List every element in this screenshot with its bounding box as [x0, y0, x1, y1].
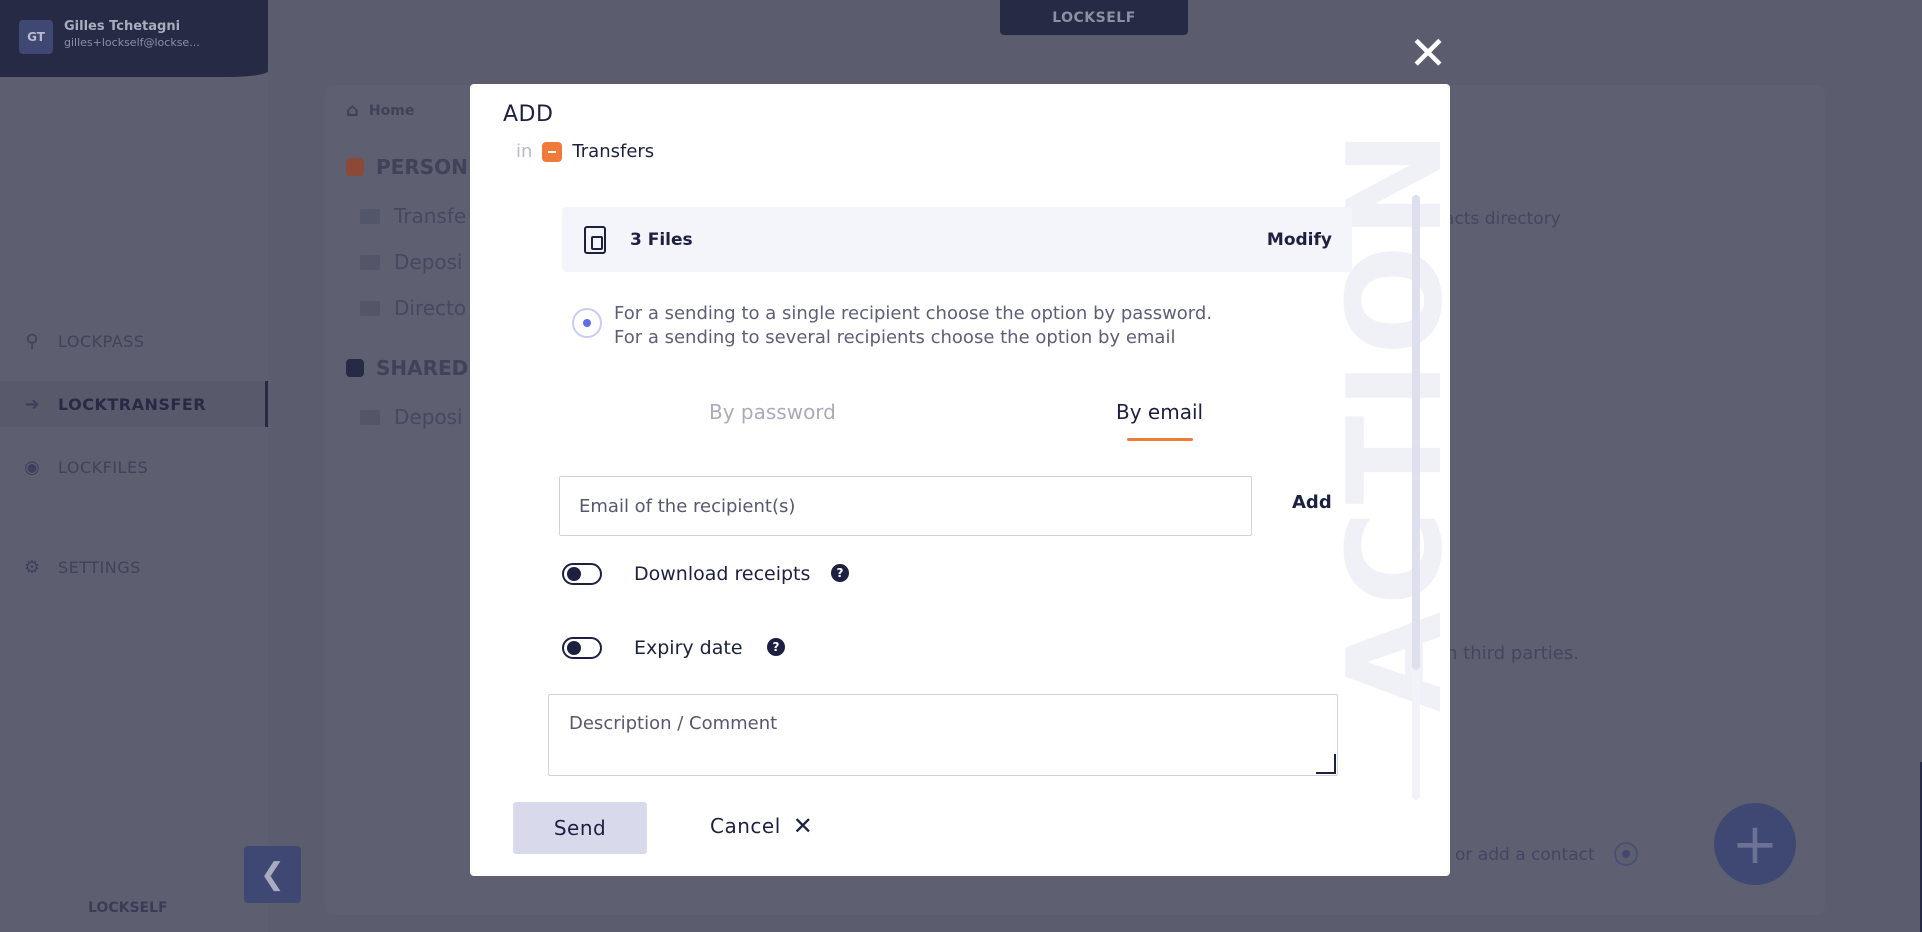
- sending-option-radio[interactable]: [572, 308, 602, 338]
- user-email: gilles+lockself@lockse...: [64, 36, 200, 49]
- sending-info: For a sending to a single recipient choo…: [614, 302, 1212, 350]
- files-count: 3 Files: [630, 229, 693, 250]
- resize-handle-icon[interactable]: [1316, 754, 1336, 774]
- breadcrumb[interactable]: ⌂ Home: [346, 100, 414, 121]
- tree-shared-heading[interactable]: SHARED: [346, 356, 468, 380]
- files-bar: 3 Files Modify: [562, 207, 1352, 272]
- add-contact-text: or add a contact: [1455, 845, 1595, 865]
- sidebar: GT Gilles Tchetagni gilles+lockself@lock…: [0, 0, 268, 932]
- tab-by-email[interactable]: By email: [1116, 400, 1203, 424]
- sidebar-logo: LOCKSELF: [88, 900, 168, 916]
- folder-badge-icon: [346, 158, 364, 176]
- tree-item[interactable]: Deposi: [360, 405, 463, 429]
- destination-name: Transfers: [572, 141, 655, 162]
- tree-heading-label: PERSON: [376, 155, 468, 179]
- tree-item[interactable]: Transfe: [360, 204, 466, 228]
- recipient-email-input[interactable]: [559, 476, 1252, 536]
- third-parties-text: h third parties.: [1446, 643, 1579, 664]
- folder-badge-icon: [346, 359, 364, 377]
- destination-row: in Transfers: [516, 141, 654, 162]
- close-icon: ✕: [792, 812, 814, 840]
- folder-icon: [360, 254, 380, 270]
- folder-badge-icon: [542, 141, 563, 162]
- modal-title: ADD: [503, 102, 554, 127]
- key-icon: ⚲: [25, 330, 39, 352]
- header-logo: LOCKSELF: [1000, 0, 1188, 35]
- help-icon[interactable]: ?: [831, 564, 849, 582]
- sidebar-item-lockpass[interactable]: ⚲ LOCKPASS: [0, 318, 268, 364]
- add-transfer-modal: ACTION ADD in Transfers 3 Files Modify F…: [470, 84, 1450, 876]
- tree-personal-heading[interactable]: PERSON: [346, 155, 468, 179]
- user-name: Gilles Tchetagni: [64, 19, 181, 34]
- tree-item-label: Deposi: [394, 405, 463, 429]
- help-icon[interactable]: ?: [767, 638, 785, 656]
- download-receipts-toggle[interactable]: [562, 563, 602, 585]
- sidebar-item-lockfiles[interactable]: ◉ LOCKFILES: [0, 444, 268, 490]
- in-label: in: [516, 141, 533, 162]
- info-line-2: For a sending to several recipients choo…: [614, 327, 1176, 348]
- cancel-button-label: Cancel: [710, 814, 781, 838]
- sidebar-item-label: LOCKTRANSFER: [58, 394, 207, 414]
- close-modal-button[interactable]: ✕: [1403, 30, 1453, 76]
- tree-item[interactable]: Deposi: [360, 250, 463, 274]
- folder-icon: [360, 208, 380, 224]
- file-icon: [584, 225, 606, 254]
- gears-icon: ⚙: [23, 556, 41, 578]
- avatar: GT: [19, 20, 53, 54]
- send-button[interactable]: Send: [513, 802, 647, 854]
- cancel-button[interactable]: Cancel ✕: [710, 814, 813, 838]
- expiry-date-label: Expiry date: [634, 637, 743, 659]
- arrow-right-icon: ➜: [24, 393, 40, 415]
- folder-icon: [360, 300, 380, 316]
- description-comment-field[interactable]: [548, 694, 1338, 776]
- tree-item-label: Transfe: [394, 204, 467, 228]
- close-icon: ✕: [1408, 26, 1448, 80]
- folder-icon: [360, 409, 380, 425]
- user-card[interactable]: GT Gilles Tchetagni gilles+lockself@lock…: [0, 0, 268, 77]
- modify-files-button[interactable]: Modify: [1267, 230, 1332, 250]
- download-receipts-label: Download receipts: [634, 563, 811, 585]
- tab-by-password[interactable]: By password: [709, 400, 836, 424]
- add-contact-radio[interactable]: [1614, 842, 1638, 866]
- breadcrumb-home: Home: [368, 102, 415, 119]
- lock-icon: ◉: [24, 456, 40, 478]
- active-tab-indicator: [1127, 438, 1193, 441]
- add-recipient-button[interactable]: Add: [1292, 492, 1332, 513]
- sidebar-item-label: LOCKPASS: [58, 331, 145, 351]
- tree-item[interactable]: Directo: [360, 296, 466, 320]
- sidebar-item-label: LOCKFILES: [58, 457, 149, 477]
- contacts-directory-text: acts directory: [1444, 209, 1561, 229]
- scrollbar-thumb[interactable]: [1412, 195, 1420, 670]
- home-icon: ⌂: [346, 100, 359, 121]
- chevron-left-icon: ❮: [259, 857, 286, 892]
- plus-icon: +: [1731, 811, 1779, 877]
- sidebar-item-settings[interactable]: ⚙ SETTINGS: [0, 544, 268, 590]
- send-button-label: Send: [553, 816, 607, 840]
- info-line-1: For a sending to a single recipient choo…: [614, 303, 1213, 324]
- tree-item-label: Directo: [394, 296, 467, 320]
- add-fab-button[interactable]: +: [1714, 803, 1796, 885]
- expiry-date-toggle[interactable]: [562, 637, 602, 659]
- sidebar-item-locktransfer[interactable]: ➜ LOCKTRANSFER: [0, 381, 268, 427]
- sidebar-item-label: SETTINGS: [58, 557, 141, 577]
- collapse-sidebar-button[interactable]: ❮: [244, 846, 301, 903]
- tree-item-label: Deposi: [394, 250, 463, 274]
- tree-heading-label: SHARED: [376, 356, 469, 380]
